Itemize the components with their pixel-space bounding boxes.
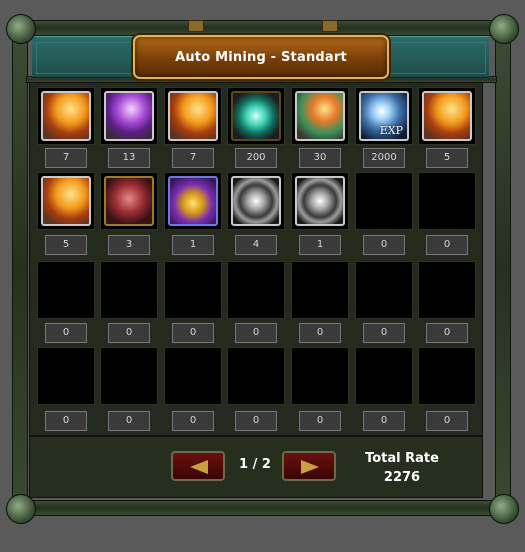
reward-slot[interactable] <box>37 172 95 230</box>
corner-ornament-top-right <box>481 10 521 50</box>
scroll-orange-icon <box>168 91 218 141</box>
reward-slot[interactable] <box>100 87 158 145</box>
reward-slot[interactable] <box>164 87 222 145</box>
scroll-purple-icon <box>104 91 154 141</box>
slot-count: 4 <box>235 235 277 255</box>
slot-count: 0 <box>108 323 150 343</box>
auto-mining-window: Auto Mining - Standart 7 13 7 200 30 EXP 2000 5… <box>0 0 525 552</box>
slot-count: 5 <box>45 235 87 255</box>
scroll-green-icon <box>295 91 345 141</box>
slot-count: 0 <box>363 411 405 431</box>
total-rate-value: 2276 <box>383 470 421 485</box>
slot-count: 30 <box>299 148 341 168</box>
reward-slot[interactable] <box>355 347 413 405</box>
slot-count: 0 <box>363 235 405 255</box>
wheel-icon <box>231 176 281 226</box>
slot-count: 0 <box>235 323 277 343</box>
arrow-right-icon <box>301 460 319 474</box>
reward-slot[interactable] <box>164 347 222 405</box>
next-page-button[interactable] <box>282 451 336 481</box>
slot-count: 1 <box>172 235 214 255</box>
frame-cap-left <box>188 20 204 32</box>
frame-top-bar <box>12 20 511 36</box>
scroll-orange-icon <box>41 91 91 141</box>
reward-slot[interactable] <box>100 172 158 230</box>
reward-slot[interactable] <box>227 87 285 145</box>
reward-slot[interactable] <box>37 261 95 319</box>
helm-icon <box>104 176 154 226</box>
reward-slot[interactable] <box>418 172 476 230</box>
chest-icon <box>168 176 218 226</box>
slot-count: 2000 <box>363 148 405 168</box>
reward-slot[interactable] <box>227 172 285 230</box>
slot-count: 200 <box>235 148 277 168</box>
window-title: Auto Mining - Standart <box>175 49 347 65</box>
reward-slot[interactable] <box>227 347 285 405</box>
reward-slot[interactable] <box>37 87 95 145</box>
slot-count: 0 <box>426 411 468 431</box>
slot-count: 0 <box>299 411 341 431</box>
reward-slot[interactable] <box>227 261 285 319</box>
reward-slot[interactable] <box>37 347 95 405</box>
total-rate-label: Total Rate <box>365 451 439 466</box>
reward-slot[interactable] <box>418 261 476 319</box>
gem-icon <box>231 91 281 141</box>
reward-slot[interactable] <box>355 172 413 230</box>
reward-slot[interactable] <box>418 347 476 405</box>
scroll-orange-icon <box>422 91 472 141</box>
scroll-orange-icon <box>41 176 91 226</box>
frame-right-bar <box>495 20 511 516</box>
reward-slot[interactable] <box>291 172 349 230</box>
reward-slot[interactable] <box>355 261 413 319</box>
reward-slot[interactable] <box>418 87 476 145</box>
frame-left-bar <box>12 20 28 516</box>
slot-count: 7 <box>45 148 87 168</box>
slot-count: 0 <box>45 323 87 343</box>
reward-slot[interactable] <box>164 261 222 319</box>
slot-count: 1 <box>299 235 341 255</box>
slot-count: 3 <box>108 235 150 255</box>
wheel-icon <box>295 176 345 226</box>
slot-count: 0 <box>299 323 341 343</box>
slot-count: 0 <box>426 235 468 255</box>
frame-cap-right <box>322 20 338 32</box>
corner-ornament-top-left <box>2 10 42 50</box>
slot-count: 7 <box>172 148 214 168</box>
slot-count: 0 <box>235 411 277 431</box>
slot-count: 0 <box>426 323 468 343</box>
reward-slot[interactable] <box>100 347 158 405</box>
window-title-plate: Auto Mining - Standart <box>133 35 389 79</box>
reward-slot[interactable]: EXP <box>355 87 413 145</box>
reward-slot[interactable] <box>291 347 349 405</box>
slot-count: 5 <box>426 148 468 168</box>
slot-count: 0 <box>172 411 214 431</box>
arrow-left-icon <box>190 460 208 474</box>
slot-count: 0 <box>45 411 87 431</box>
reward-slot[interactable] <box>100 261 158 319</box>
corner-ornament-bottom-right <box>481 486 521 526</box>
prev-page-button[interactable] <box>171 451 225 481</box>
slot-count: 0 <box>108 411 150 431</box>
reward-slot[interactable] <box>291 87 349 145</box>
exp-tag: EXP <box>379 124 403 137</box>
frame-bottom-bar <box>12 500 511 516</box>
page-indicator: 1 / 2 <box>239 457 271 472</box>
slot-count: 13 <box>108 148 150 168</box>
reward-slot[interactable] <box>164 172 222 230</box>
reward-slot[interactable] <box>291 261 349 319</box>
exp-icon: EXP <box>359 91 409 141</box>
slot-count: 0 <box>172 323 214 343</box>
slot-count: 0 <box>363 323 405 343</box>
